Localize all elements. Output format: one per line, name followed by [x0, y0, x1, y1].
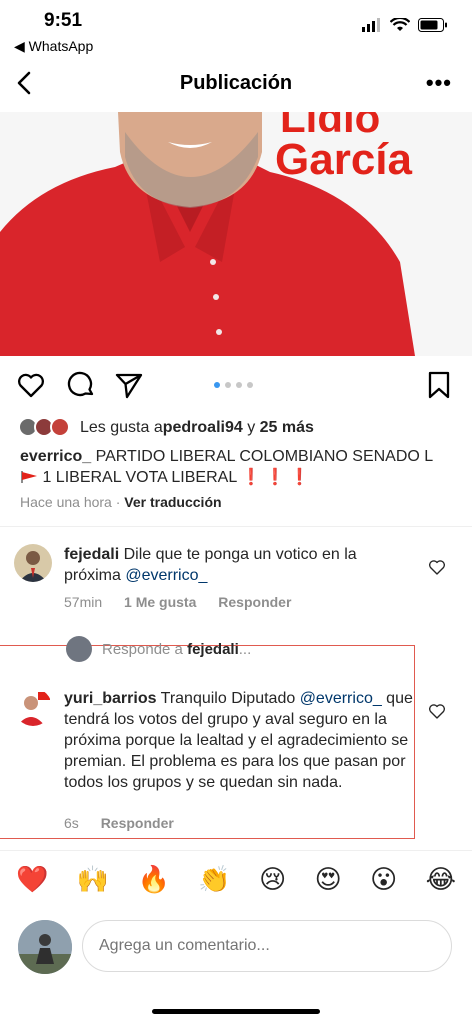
signal-icon: [362, 18, 380, 32]
exclamation-marks: ❗ ❗ ❗: [241, 469, 310, 486]
red-flag-icon: [21, 471, 37, 483]
liker-username[interactable]: pedroali94: [163, 419, 243, 437]
post-image[interactable]: Lidio García: [0, 112, 472, 356]
comment-username[interactable]: fejedali: [64, 546, 119, 563]
caption-text: PARTIDO LIBERAL COLOMBIANO SENADO L: [91, 448, 434, 465]
comment-text: yuri_barrios Tranquilo Diputado @everric…: [64, 688, 414, 793]
carousel-dot: [225, 382, 231, 388]
page-title: Publicación: [179, 72, 293, 94]
divider: [0, 850, 472, 851]
current-user-avatar: [18, 920, 72, 974]
back-to-whatsapp-link[interactable]: ◀ WhatsApp: [14, 38, 93, 55]
emoji-heart-eyes[interactable]: 😍: [315, 864, 342, 895]
separator: ·: [111, 494, 125, 510]
bookmark-icon[interactable]: [424, 370, 454, 400]
carousel-dot-active: [214, 382, 220, 388]
emoji-raised-hands[interactable]: 🙌: [77, 864, 109, 895]
carousel-dot: [247, 382, 253, 388]
comment-meta: 6s Responder: [64, 815, 192, 831]
carousel-indicator: [214, 382, 253, 388]
post-time: Hace una hora: [20, 494, 112, 510]
avatar: [50, 417, 70, 437]
caption-text-line2: 1 LIBERAL VOTA LIBERAL: [42, 469, 242, 486]
battery-icon: [418, 18, 447, 32]
emoji-crying[interactable]: 😢: [259, 864, 286, 895]
emoji-fire[interactable]: 🔥: [138, 864, 170, 895]
reply-button[interactable]: Responder: [218, 594, 291, 610]
comment-icon[interactable]: [66, 370, 96, 400]
comment-composer: [18, 918, 458, 976]
more-options-icon[interactable]: •••: [426, 70, 452, 96]
reply-to-suffix: ...: [238, 640, 252, 658]
replying-to-indicator: Responde a fejedali...: [66, 636, 251, 662]
emoji-clap[interactable]: 👏: [198, 864, 230, 895]
likes-count[interactable]: 25 más: [260, 419, 314, 437]
comment-time: 57min: [64, 594, 103, 610]
comment-like-heart-icon[interactable]: [428, 558, 446, 576]
share-icon[interactable]: [114, 370, 144, 400]
home-indicator[interactable]: [152, 1009, 320, 1014]
emoji-heart[interactable]: ❤️: [16, 864, 48, 895]
likes-summary[interactable]: Les gusta a pedroali94 y 25 más: [18, 416, 458, 440]
divider: [0, 526, 472, 527]
comment-input[interactable]: [82, 920, 452, 972]
mention-link[interactable]: @everrico_: [300, 690, 382, 707]
wifi-icon: [390, 18, 410, 31]
comment-text: fejedali Dile que te ponga un votico en …: [64, 544, 414, 586]
candidate-name-line2: García: [275, 135, 413, 184]
comment-body: Tranquilo Diputado: [156, 690, 300, 707]
post-meta: Hace una hora · Ver traducción: [20, 494, 222, 510]
quick-emoji-bar: ❤️ 🙌 🔥 👏 😢 😍 😮 😂: [16, 864, 456, 895]
reply-to-prefix: Responde a: [102, 640, 188, 658]
likes-prefix: Les gusta a: [80, 419, 163, 436]
comment-time: 6s: [64, 815, 79, 831]
avatar[interactable]: [14, 688, 52, 726]
comment-username[interactable]: yuri_barrios: [64, 690, 156, 707]
comment-likes[interactable]: 1 Me gusta: [124, 594, 196, 610]
caption-username[interactable]: everrico_: [20, 448, 91, 465]
candidate-photo: Lidio García: [0, 112, 472, 356]
reply-to-user[interactable]: fejedali: [187, 641, 239, 658]
post-caption: everrico_ PARTIDO LIBERAL COLOMBIANO SEN…: [20, 446, 460, 488]
reply-button[interactable]: Responder: [101, 815, 174, 831]
clock: 9:51: [44, 10, 83, 31]
comment-meta: 57min 1 Me gusta Responder: [64, 594, 309, 610]
status-bar: 9:51 ◀ WhatsApp: [0, 0, 472, 56]
emoji-laughing[interactable]: 😂: [426, 864, 456, 895]
emoji-surprised[interactable]: 😮: [370, 864, 397, 895]
carousel-dot: [236, 382, 242, 388]
comment-like-heart-icon[interactable]: [428, 702, 446, 720]
avatar: [66, 636, 92, 662]
likes-middle: y: [242, 419, 260, 436]
liker-avatars: [18, 417, 74, 439]
post-header: Publicación •••: [0, 64, 472, 104]
status-icons: [362, 18, 448, 32]
mention-link[interactable]: @everrico_: [125, 567, 207, 584]
avatar[interactable]: [14, 544, 52, 582]
like-heart-icon[interactable]: [16, 370, 46, 400]
translate-link[interactable]: Ver traducción: [124, 494, 221, 510]
post-actions: [0, 368, 472, 404]
